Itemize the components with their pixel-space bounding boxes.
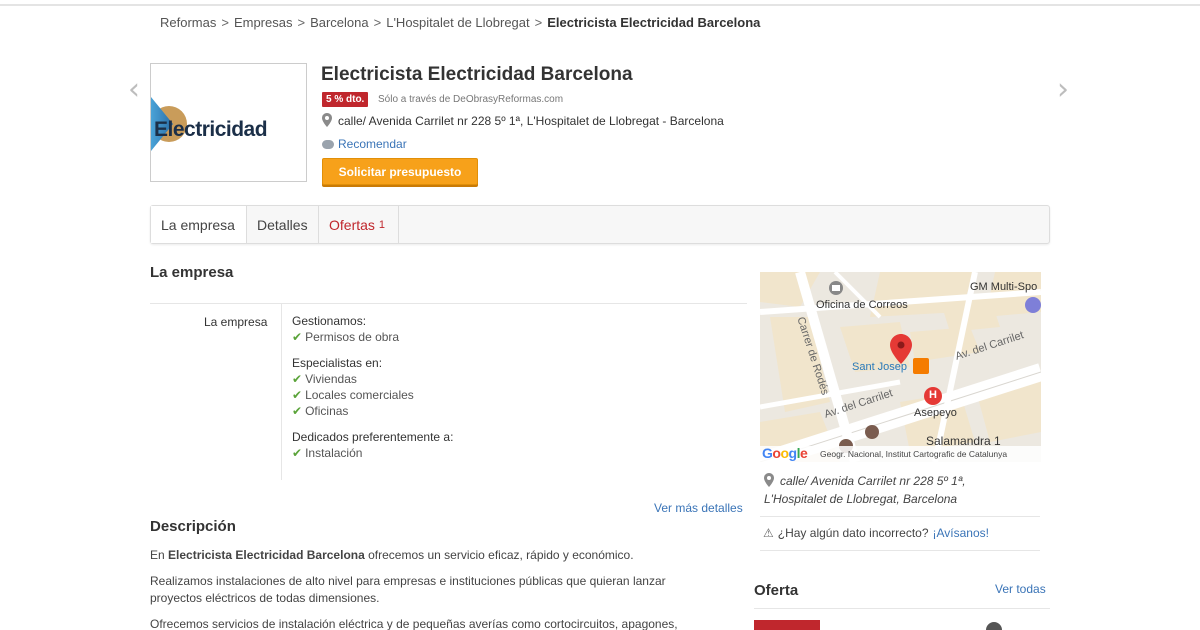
list-item: ✔ Permisos de obra <box>292 330 612 344</box>
business-address: calle/ Avenida Carrilet nr 228 5º 1ª, L'… <box>322 113 724 128</box>
tab-label: Detalles <box>257 216 308 233</box>
list-item: ✔ Oficinas <box>292 404 612 418</box>
breadcrumb-item-barcelona[interactable]: Barcelona <box>310 15 369 30</box>
divider <box>281 304 282 480</box>
description-paragraph: Ofrecemos servicios de instalación eléct… <box>150 617 678 630</box>
list-item: ✔ Viviendas <box>292 372 612 386</box>
breadcrumb: Reformas > Empresas > Barcelona > L'Hospitalet… <box>160 15 760 30</box>
offer-discount-badge <box>754 620 820 630</box>
map-label-asepeyo: Asepeyo <box>914 407 957 419</box>
feature-group-title: Especialistas en: <box>292 356 383 370</box>
tab-detalles[interactable]: Detalles <box>247 206 319 243</box>
section-heading-descripcion: Descripción <box>150 518 236 535</box>
chevron-right-icon[interactable]: › <box>1057 75 1069 105</box>
divider <box>150 303 747 304</box>
discount-note: Sólo a través de DeObrasyReformas.com <box>378 94 564 105</box>
more-details-link[interactable]: Ver más detalles <box>654 501 743 515</box>
description-paragraph: Realizamos instalaciones de alto nivel p… <box>150 574 666 605</box>
see-all-offers-link[interactable]: Ver todas <box>995 582 1046 596</box>
google-logo: Google <box>762 445 808 461</box>
breadcrumb-separator: > <box>373 15 382 30</box>
recommend-label: Recomendar <box>338 137 407 151</box>
feature-group-title: Gestionamos: <box>292 314 367 328</box>
request-quote-button[interactable]: Solicitar presupuesto <box>322 158 478 185</box>
divider <box>760 516 1040 517</box>
business-logo: Electricidad <box>150 63 307 182</box>
business-title: Electricista Electricidad Barcelona <box>321 64 633 85</box>
logo-text: Electricidad <box>154 118 268 141</box>
location-map[interactable]: Oficina de Correos GM Multi-Spo Carrer d… <box>760 272 1041 462</box>
breadcrumb-item-reformas[interactable]: Reformas <box>160 15 216 30</box>
map-pin-icon <box>764 473 774 487</box>
map-label-gm: GM Multi-Spo <box>970 281 1038 293</box>
checkmark-icon: ✔ <box>292 404 303 418</box>
description-business-name: Electricista Electricidad Barcelona <box>168 548 365 562</box>
breadcrumb-separator: > <box>534 15 543 30</box>
divider <box>754 608 1050 609</box>
list-item-text: Locales comerciales <box>305 388 414 402</box>
breadcrumb-item-hospitalet[interactable]: L'Hospitalet de Llobregat <box>386 15 529 30</box>
map-attribution-text: Geogr. Nacional, Institut Cartografic de… <box>820 449 1008 459</box>
tab-label: La empresa <box>161 216 235 233</box>
chevron-left-icon[interactable]: ‹ <box>128 75 140 105</box>
feature-group-title: Dedicados preferentemente a: <box>292 430 454 444</box>
tab-ofertas[interactable]: Ofertas 1 <box>319 206 399 243</box>
list-item-text: Oficinas <box>305 404 349 418</box>
report-error-question: ¿Hay algún dato incorrecto? <box>777 526 929 540</box>
breadcrumb-item-current: Electricista Electricidad Barcelona <box>547 15 761 30</box>
side-address-line1: calle/ Avenida Carrilet nr 228 5º 1ª, <box>780 474 966 488</box>
map-pin-icon <box>322 113 332 127</box>
checkmark-icon: ✔ <box>292 388 303 402</box>
checkmark-icon: ✔ <box>292 330 303 344</box>
map-label-correos: Oficina de Correos <box>816 299 908 311</box>
list-item: ✔ Instalación <box>292 446 612 460</box>
map-label-sant-josep: Sant Josep <box>852 361 908 373</box>
top-border <box>0 4 1200 6</box>
section-heading-oferta: Oferta <box>754 582 799 599</box>
breadcrumb-separator: > <box>297 15 306 30</box>
offer-avatar <box>986 622 1002 630</box>
side-address: calle/ Avenida Carrilet nr 228 5º 1ª, L'… <box>764 472 1044 508</box>
breadcrumb-separator: > <box>221 15 229 30</box>
description-paragraph: En Electricista Electricidad Barcelona o… <box>150 547 720 564</box>
breadcrumb-item-empresas[interactable]: Empresas <box>234 15 293 30</box>
description-text: En <box>150 548 169 562</box>
tab-bar: La empresa Detalles Ofertas 1 <box>150 205 1050 244</box>
list-item-text: Instalación <box>305 446 363 460</box>
tab-label: Ofertas <box>329 216 375 233</box>
features-list: Gestionamos: ✔ Permisos de obra Especiali… <box>292 314 612 462</box>
checkmark-icon: ✔ <box>292 446 303 460</box>
discount-badge: 5 % dto. <box>322 92 369 107</box>
description-text: ofrecemos un servicio eficaz, rápido y e… <box>364 548 634 562</box>
speech-bubble-icon <box>322 140 334 149</box>
list-item-text: Permisos de obra <box>305 330 400 344</box>
warning-icon: ⚠ <box>763 526 774 540</box>
section-heading-empresa: La empresa <box>150 264 234 281</box>
tab-la-empresa[interactable]: La empresa <box>151 206 247 243</box>
list-item: ✔ Locales comerciales <box>292 388 612 402</box>
hospital-icon: H <box>929 389 937 401</box>
tab-count-badge: 1 <box>378 218 386 231</box>
details-row-label: La empresa <box>204 315 268 329</box>
report-error-row: ⚠ ¿Hay algún dato incorrecto? ¡Avísanos! <box>763 526 989 540</box>
recommend-link[interactable]: Recomendar <box>322 137 407 151</box>
list-item-text: Viviendas <box>305 372 357 386</box>
report-error-link[interactable]: ¡Avísanos! <box>933 526 989 540</box>
checkmark-icon: ✔ <box>292 372 303 386</box>
side-address-line2: L'Hospitalet de Llobregat, Barcelona <box>764 492 958 506</box>
business-address-text: calle/ Avenida Carrilet nr 228 5º 1ª, L'… <box>338 114 724 128</box>
divider <box>760 550 1040 551</box>
